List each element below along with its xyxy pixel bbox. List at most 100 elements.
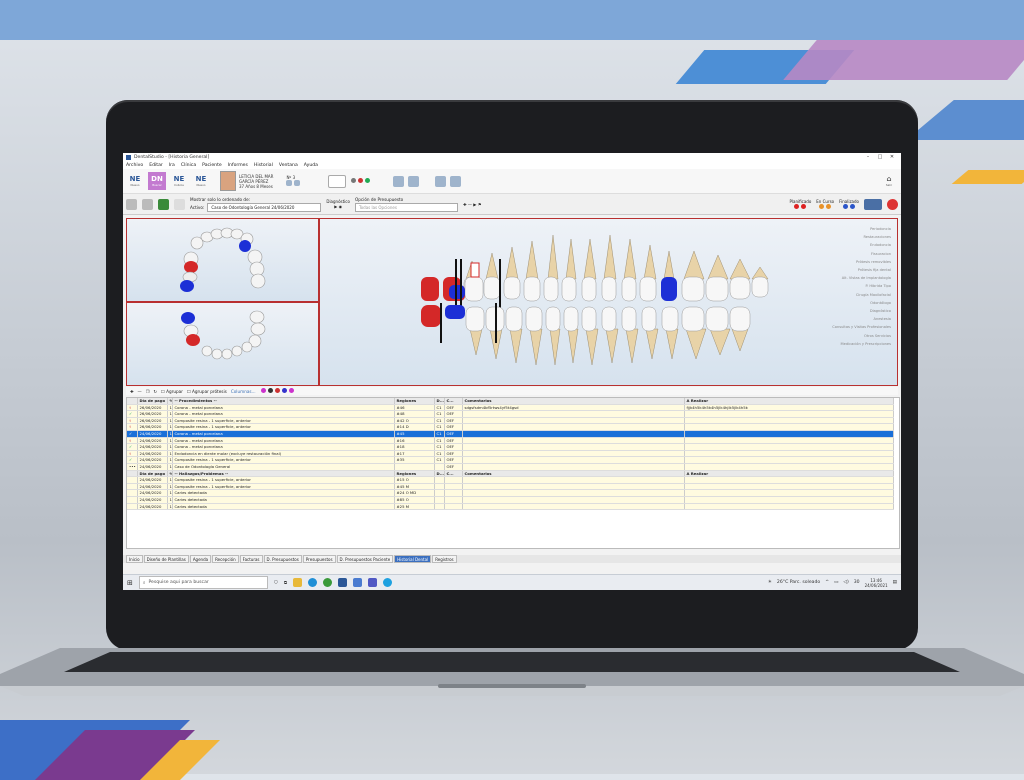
menu-clinica[interactable]: Clínica <box>181 163 196 168</box>
finding-row[interactable]: 24/06/2020 1 Caries detectada #85 O <box>127 496 894 504</box>
menu-ventana[interactable]: Ventana <box>279 163 298 168</box>
exit-icon[interactable] <box>887 198 898 210</box>
network-app-icon[interactable] <box>353 578 363 587</box>
dental-app-icon[interactable] <box>338 578 348 587</box>
menu-archivo[interactable]: Archivo <box>126 163 143 168</box>
weather-text[interactable]: 26°C Parc. soleado <box>777 580 820 585</box>
encurso-group[interactable]: En Curso <box>816 199 834 210</box>
table-row-selected[interactable]: ✓ 24/06/2020 1 Corona - metal porcelana #45 C… <box>127 430 894 438</box>
lower-arch-view[interactable] <box>126 302 319 386</box>
menu-paciente[interactable]: Paciente <box>202 163 222 168</box>
col-header[interactable]: Comentarios <box>462 470 685 478</box>
taskbar-search[interactable]: ⌕ Pesquise aqui para buscar <box>138 576 268 589</box>
columnas-link[interactable]: Columnas... <box>231 389 256 394</box>
tab-agenda[interactable]: Agenda <box>189 555 212 563</box>
notification-center-icon[interactable]: ▤ <box>893 580 897 585</box>
table-row[interactable]: ⚕ 26/06/2020 1 Composite resina - 1 superfi… <box>127 423 894 431</box>
planificado-group[interactable]: Planificado <box>790 199 811 210</box>
legend-item[interactable]: Odontólogo <box>832 299 891 307</box>
legend-item[interactable]: Endodoncia <box>832 241 891 249</box>
tab-diseno-plantillas[interactable]: Diseño de Plantillas <box>143 555 189 563</box>
module-button-3[interactable]: NE Cobros <box>170 172 188 190</box>
tab-historial-dental[interactable]: Historial Dental <box>394 555 432 563</box>
presupuesto-dropdown[interactable]: Todas las Opciones <box>354 202 458 212</box>
xray-icon[interactable] <box>407 175 419 187</box>
close-button[interactable]: ✕ <box>886 154 898 160</box>
legend-item[interactable]: Otros Servicios <box>832 332 891 340</box>
remove-icon[interactable]: — <box>138 389 142 394</box>
odontogram-view[interactable]: Periodoncia Restauraciones Endodoncia Fi… <box>319 218 898 386</box>
tab-recepcion[interactable]: Recepción <box>212 555 239 563</box>
table-row[interactable]: ⚕ 24/06/2020 1 Corona - metal porcelana #16 C… <box>127 437 894 445</box>
legend-item[interactable]: Anestesia <box>832 315 891 323</box>
save-icon[interactable] <box>126 198 137 210</box>
col-header[interactable]: -- Hallazgos/Problemas -- <box>172 470 395 478</box>
legend-item[interactable]: Prótesis removibles <box>832 258 891 266</box>
tray-arrow-icon[interactable]: ^ <box>825 580 829 585</box>
grid-view-icon[interactable] <box>864 198 882 210</box>
teams-icon[interactable] <box>368 578 378 587</box>
table-row[interactable]: ⚕ 26/06/2020 1 Corona - metal porcelana #46 C… <box>127 404 894 412</box>
tab-d-presupuestos[interactable]: D. Presupuestos <box>263 555 302 563</box>
home-button[interactable]: ⌂ Salir <box>880 172 898 190</box>
legend-item[interactable]: Medicación y Prescripciones <box>832 340 891 348</box>
diagnostico-controls[interactable]: ▶ ◉ <box>334 204 342 209</box>
col-header[interactable]: Día de pago <box>137 470 168 478</box>
table-row[interactable]: ⚕ 24/06/2020 1 Endodoncia en diente molar (… <box>127 450 894 458</box>
table-row[interactable]: ••• 24/06/2020 1 Caso de Odontología Genera… <box>127 463 894 471</box>
refresh-icon[interactable]: ↻ <box>153 389 157 394</box>
notification-count[interactable]: 30 <box>854 580 860 585</box>
menu-ayuda[interactable]: Ayuda <box>304 163 318 168</box>
col-header[interactable]: C... <box>444 470 463 478</box>
tooth-icon[interactable] <box>174 198 185 210</box>
table-row[interactable]: ✓ 26/06/2020 1 Corona - metal porcelana #48 C… <box>127 410 894 418</box>
finding-row[interactable]: 24/06/2020 1 Composite resina - 1 superfic… <box>127 483 894 491</box>
finding-row[interactable]: 24/06/2020 1 Caries detectada #24 O MD <box>127 489 894 497</box>
menu-ira[interactable]: Ira <box>169 163 175 168</box>
legend-item[interactable]: Periodoncia <box>832 225 891 233</box>
module-button-4[interactable]: NE Nuevo <box>192 172 210 190</box>
legend-item[interactable]: Cirugía Maxilofacial <box>832 291 891 299</box>
budget-controls[interactable]: ✚ — ▶ ⚑ <box>463 202 482 207</box>
legend-item[interactable]: P. Hibrida Tipo <box>832 282 891 290</box>
patient-card[interactable]: LETICIA DEL MAR GARCÍA PÉREZ 37 Años 8 M… <box>220 171 300 191</box>
tab-facturas[interactable]: Facturas <box>239 555 263 563</box>
activo-dropdown[interactable]: Caso de Odontología General 24/06/2020 <box>207 202 322 212</box>
clock[interactable]: 13:46 24/06/2021 <box>865 578 888 588</box>
maximize-button[interactable]: □ <box>874 154 886 160</box>
menu-editar[interactable]: Editar <box>149 163 163 168</box>
chart-icon[interactable] <box>449 175 461 187</box>
legend-item[interactable]: Consultas y Visitas Profesionales <box>832 323 891 331</box>
legend-item[interactable]: Alt. Vistas de Implantología <box>832 274 891 282</box>
patients-icon[interactable] <box>293 180 300 186</box>
table-row[interactable]: ✓ 24/06/2020 1 Composite resina - 1 superfi… <box>127 456 894 464</box>
legend-item[interactable]: Fissuracion <box>832 250 891 258</box>
minimize-button[interactable]: – <box>862 154 874 160</box>
network-icon[interactable] <box>434 175 446 187</box>
camera-icon[interactable] <box>392 175 404 187</box>
legend-item[interactable]: Diagnóstico <box>832 307 891 315</box>
add-icon[interactable]: ✚ <box>130 389 134 394</box>
agrupar-protesis-checkbox[interactable]: ☐ Agrupar prótesis <box>187 389 227 394</box>
legend-item[interactable]: Restauraciones <box>832 233 891 241</box>
search-patient-icon[interactable] <box>286 180 293 186</box>
edge-icon[interactable] <box>308 578 318 587</box>
col-header[interactable]: A Realizar <box>684 470 894 478</box>
status-dots-icon[interactable] <box>350 177 371 185</box>
table-row[interactable]: ⚕ 26/06/2020 1 Composite resina - 1 superfi… <box>127 417 894 425</box>
menu-historial[interactable]: Historial <box>254 163 273 168</box>
windows-start-icon[interactable]: ⊞ <box>127 579 133 587</box>
col-header[interactable]: % <box>167 470 173 478</box>
module-button-1[interactable]: NE Nuevo <box>126 172 144 190</box>
explorer-icon[interactable] <box>293 578 303 587</box>
upper-arch-view[interactable] <box>126 218 319 302</box>
copy-icon[interactable]: ❐ <box>146 389 150 394</box>
legend-item[interactable]: Prótesis fija dental <box>832 266 891 274</box>
tab-registros[interactable]: Registros <box>432 555 457 563</box>
chrome-icon[interactable] <box>323 578 333 587</box>
color-filter-icons[interactable] <box>260 388 295 394</box>
flag-icon[interactable] <box>158 198 169 210</box>
agrupar-checkbox[interactable]: ☐ Agrupar <box>161 389 183 394</box>
finding-row[interactable]: 24/06/2020 1 Caries detectada #25 M <box>127 503 894 511</box>
print-icon[interactable] <box>142 198 153 210</box>
